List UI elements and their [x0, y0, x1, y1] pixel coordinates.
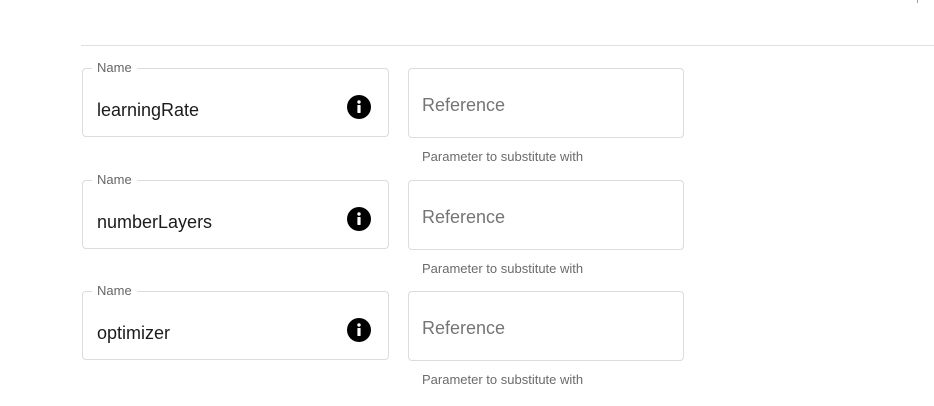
name-field-value: learningRate — [97, 100, 200, 120]
reference-helper-text: Parameter to substitute with — [422, 149, 584, 164]
reference-field[interactable] — [408, 291, 684, 361]
reference-input[interactable] — [422, 316, 672, 340]
name-field-value: optimizer — [97, 323, 171, 343]
name-field-value: numberLayers — [97, 212, 213, 232]
reference-field[interactable] — [408, 180, 684, 250]
info-icon[interactable] — [347, 207, 371, 231]
name-field[interactable]: Name optimizer — [82, 283, 389, 360]
name-field-label: Name — [92, 60, 137, 76]
name-field[interactable]: Name learningRate — [82, 60, 389, 137]
reference-input[interactable] — [422, 205, 672, 229]
section-divider — [81, 45, 934, 46]
info-icon[interactable] — [347, 318, 371, 342]
parameter-row: Name numberLayers Parameter to substitut… — [82, 172, 686, 290]
reference-input[interactable] — [422, 93, 672, 117]
parameter-row: Name learningRate Parameter to substitut… — [82, 60, 686, 178]
scroll-edge-mark — [917, 0, 918, 3]
reference-helper-text: Parameter to substitute with — [422, 261, 584, 276]
parameter-mapping-form: Name learningRate Parameter to substitut… — [0, 0, 934, 406]
parameter-row: Name optimizer Parameter to substitute w… — [82, 283, 686, 401]
reference-field[interactable] — [408, 68, 684, 138]
name-field[interactable]: Name numberLayers — [82, 172, 389, 249]
info-icon[interactable] — [347, 95, 371, 119]
name-field-label: Name — [92, 283, 137, 299]
name-field-label: Name — [92, 172, 137, 188]
reference-helper-text: Parameter to substitute with — [422, 372, 584, 387]
